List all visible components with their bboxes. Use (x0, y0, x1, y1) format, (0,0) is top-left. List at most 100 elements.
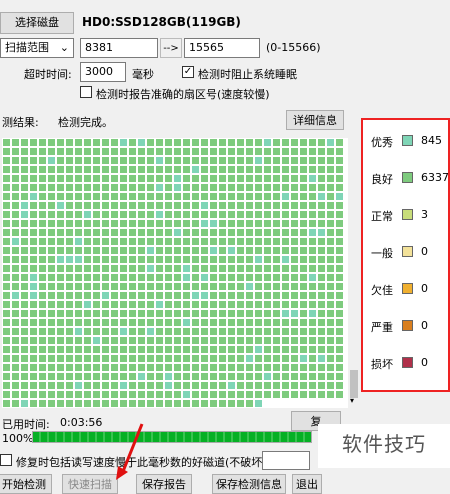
sector-block (173, 336, 182, 345)
sector-block (263, 282, 272, 291)
sector-block (11, 255, 20, 264)
sector-block (155, 309, 164, 318)
sector-block (299, 354, 308, 363)
quick-scan-button[interactable]: 快速扫描 (62, 474, 118, 494)
sector-block (254, 345, 263, 354)
sector-block (101, 210, 110, 219)
sector-block (254, 255, 263, 264)
sector-block (209, 390, 218, 399)
sector-block (29, 291, 38, 300)
sector-block (74, 318, 83, 327)
scroll-down-icon[interactable]: ▾ (350, 396, 354, 405)
scan-range-select[interactable]: 扫描范围 ⌄ (0, 38, 74, 58)
sector-block (290, 372, 299, 381)
sector-block (101, 219, 110, 228)
sector-block (227, 372, 236, 381)
sector-block (308, 165, 317, 174)
sector-block (335, 237, 344, 246)
sector-block (164, 390, 173, 399)
sector-block (137, 273, 146, 282)
start-scan-button[interactable]: 开始检测 (0, 474, 52, 494)
sector-block (47, 273, 56, 282)
sector-block (119, 147, 128, 156)
grid-scrollbar[interactable]: ▾ (348, 138, 360, 408)
sector-block (191, 372, 200, 381)
sector-block (254, 147, 263, 156)
sector-block (110, 165, 119, 174)
sector-block (146, 354, 155, 363)
sector-block (65, 363, 74, 372)
sector-block (128, 372, 137, 381)
sector-block (155, 219, 164, 228)
sector-block (227, 390, 236, 399)
sector-block (65, 147, 74, 156)
sector-block (137, 318, 146, 327)
sector-block (326, 246, 335, 255)
scrollbar-thumb[interactable] (350, 370, 358, 398)
sector-block (227, 210, 236, 219)
sector-block (164, 354, 173, 363)
report-sector-checkbox[interactable] (80, 86, 92, 98)
sector-block (200, 174, 209, 183)
sector-block (281, 147, 290, 156)
sector-block (2, 201, 11, 210)
timeout-label: 超时时间: (24, 68, 72, 81)
sector-block (92, 237, 101, 246)
sector-block (164, 156, 173, 165)
legend-label: 优秀 (371, 136, 393, 149)
sector-block (272, 192, 281, 201)
range-start-input[interactable]: 8381 (80, 38, 158, 58)
exit-button[interactable]: 退出 (292, 474, 322, 494)
sector-block (128, 138, 137, 147)
sector-block (137, 354, 146, 363)
sector-block (110, 201, 119, 210)
timeout-input[interactable]: 3000 (80, 62, 126, 82)
sector-block (110, 399, 119, 408)
repair-checkbox[interactable] (0, 454, 12, 466)
sector-block (137, 363, 146, 372)
sector-block (281, 390, 290, 399)
sector-block (38, 354, 47, 363)
sector-block (254, 219, 263, 228)
sector-block (281, 345, 290, 354)
legend-swatch (402, 209, 413, 220)
range-arrow-button[interactable]: --> (160, 38, 182, 58)
sector-block (272, 336, 281, 345)
sector-block (281, 156, 290, 165)
range-end-input[interactable]: 15565 (184, 38, 260, 58)
sector-block (2, 354, 11, 363)
sector-block (263, 363, 272, 372)
save-scan-info-button[interactable]: 保存检测信息 (212, 474, 286, 494)
sector-block (272, 291, 281, 300)
sector-block (155, 156, 164, 165)
sector-block (308, 183, 317, 192)
sector-block (263, 210, 272, 219)
sector-block (281, 192, 290, 201)
sector-block (128, 147, 137, 156)
sector-block (281, 336, 290, 345)
details-button[interactable]: 详细信息 (286, 110, 344, 130)
sector-block (335, 246, 344, 255)
sector-block (164, 255, 173, 264)
sector-block (308, 345, 317, 354)
sector-block (128, 363, 137, 372)
sector-block (65, 237, 74, 246)
sector-block (209, 192, 218, 201)
sector-block (11, 291, 20, 300)
sector-block (137, 255, 146, 264)
sector-block (299, 300, 308, 309)
repair-ms-input[interactable] (262, 451, 310, 470)
sector-block (128, 192, 137, 201)
sector-block (128, 210, 137, 219)
legend-count: 0 (421, 319, 428, 332)
sector-block (209, 255, 218, 264)
sector-block (236, 183, 245, 192)
sector-block (101, 201, 110, 210)
select-disk-button[interactable]: 选择磁盘 (0, 12, 74, 34)
sector-block (155, 318, 164, 327)
sector-block (119, 201, 128, 210)
sector-block (173, 273, 182, 282)
sector-block (128, 381, 137, 390)
stop-sleep-checkbox[interactable]: ✓ (182, 66, 194, 78)
sector-block (317, 291, 326, 300)
